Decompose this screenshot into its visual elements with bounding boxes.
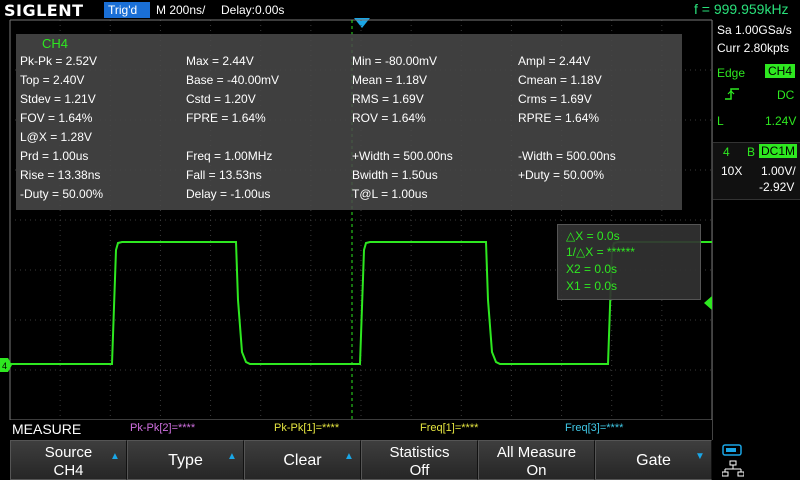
measurement-value: Prd = 1.00us xyxy=(20,149,89,163)
measurement-value: Stdev = 1.21V xyxy=(20,92,96,106)
usb-storage-icon xyxy=(722,444,742,456)
measurement-value: RPRE = 1.64% xyxy=(518,111,600,125)
softkey-2[interactable]: Type ▲ xyxy=(127,440,244,480)
measurement-value: Max = 2.44V xyxy=(186,54,254,68)
cursor-inverse-delta-x: 1/△X = ****** xyxy=(566,245,635,259)
arrow-down-icon: ▼ xyxy=(695,451,705,462)
measurement-value: ROV = 1.64% xyxy=(352,111,426,125)
softkey-value: Off xyxy=(409,462,430,479)
menu-title: MEASURE xyxy=(12,421,82,437)
measurement-value: FOV = 1.64% xyxy=(20,111,93,125)
arrow-up-icon: ▲ xyxy=(110,451,120,462)
measurement-value: Base = -40.00mV xyxy=(186,73,280,87)
trigger-source-badge: CH4 xyxy=(765,64,796,78)
trigger-settings-box[interactable]: Edge CH4 DC L 1.24V xyxy=(713,58,800,154)
measurement-value: Rise = 13.38ns xyxy=(20,168,101,182)
cursor-x1: X1 = 0.0s xyxy=(566,279,618,293)
softkey-6[interactable]: Gate ▼ xyxy=(595,440,712,480)
measurement-value: Mean = 1.18V xyxy=(352,73,428,87)
rising-edge-icon xyxy=(725,88,739,100)
channel-offset: -2.92V xyxy=(759,180,795,194)
measurement-channel-title: CH4 xyxy=(42,36,69,51)
network-icon xyxy=(722,460,744,477)
channel-offset-marker-label: 4 xyxy=(2,361,7,371)
volts-per-div: 1.00V/ xyxy=(761,164,796,178)
channel-coupling-badge: DC1M xyxy=(759,144,798,158)
trigger-type: Edge xyxy=(717,66,746,80)
channel-number: 4 xyxy=(723,145,730,159)
softkey-label: Gate xyxy=(636,452,671,469)
measurement-value: Top = 2.40V xyxy=(20,73,85,87)
measurement-value: Min = -80.00mV xyxy=(352,54,438,68)
cursor-delta-x: △X = 0.0s xyxy=(566,229,620,243)
measurement-value: RMS = 1.69V xyxy=(352,92,424,106)
readout-freq-ch1: Freq[1]=**** xyxy=(420,422,479,434)
measurement-value: Cstd = 1.20V xyxy=(186,92,256,106)
trigger-level-value: 1.24V xyxy=(765,114,797,128)
readout-pkpk-ch1: Pk-Pk[1]=**** xyxy=(274,422,340,434)
measurement-panel: CH4 Pk-Pk = 2.52V Max = 2.44V Min = -80.00… xyxy=(16,34,682,210)
softkey-label: Source xyxy=(44,444,93,461)
softkey-bar: Source CH4 ▲ Type ▲ Clear ▲ Statistics Off All Me… xyxy=(10,440,712,480)
cursor-x2: X2 = 0.0s xyxy=(566,262,618,276)
sample-rate: Sa 1.00GSa/s xyxy=(717,23,792,37)
softkey-4[interactable]: Statistics Off xyxy=(361,440,478,480)
measurement-value: Crms = 1.69V xyxy=(518,92,592,106)
memory-depth: Curr 2.80kpts xyxy=(717,41,790,55)
measurement-value: Bwidth = 1.50us xyxy=(352,168,438,182)
softkey-label: Type xyxy=(168,452,203,469)
readout-freq-ch3: Freq[3]=**** xyxy=(565,422,624,434)
cursor-readout-panel: △X = 0.0s 1/△X = ****** X2 = 0.0s X1 = 0… xyxy=(557,224,701,300)
measurement-value: Delay = -1.00us xyxy=(186,187,271,201)
measurement-value: -Width = 500.00ns xyxy=(518,149,616,163)
softkey-value: On xyxy=(526,462,547,479)
measurement-value: Cmean = 1.18V xyxy=(518,73,602,87)
system-status-area xyxy=(712,440,800,480)
softkey-5[interactable]: All Measure On xyxy=(478,440,595,480)
measurement-value: +Duty = 50.00% xyxy=(518,168,605,182)
measurement-value: FPRE = 1.64% xyxy=(186,111,266,125)
measurement-value: T@L = 1.00us xyxy=(352,187,428,201)
measurement-value: L@X = 1.28V xyxy=(20,130,92,144)
softkey-label: Statistics xyxy=(389,444,450,461)
right-info-panel: Sa 1.00GSa/s Curr 2.80kpts Edge CH4 DC L… xyxy=(712,20,800,440)
measurement-value: Fall = 13.53ns xyxy=(186,168,262,182)
trigger-coupling: DC xyxy=(777,88,795,102)
probe-attenuation: 10X xyxy=(721,164,743,178)
softkey-label: Clear xyxy=(283,452,322,469)
softkey-1[interactable]: Source CH4 ▲ xyxy=(10,440,127,480)
arrow-up-icon: ▲ xyxy=(344,451,354,462)
trigger-level-label: L xyxy=(717,114,724,128)
measurement-value: Freq = 1.00MHz xyxy=(186,149,273,163)
softkey-3[interactable]: Clear ▲ xyxy=(244,440,361,480)
measurement-value: -Duty = 50.00% xyxy=(20,187,104,201)
bandwidth-limit-flag: B xyxy=(747,145,756,159)
arrow-up-icon: ▲ xyxy=(227,451,237,462)
trigger-level-marker-icon[interactable] xyxy=(704,296,712,310)
measurement-value: Ampl = 2.44V xyxy=(518,54,591,68)
channel4-settings-box[interactable]: 4 B DC1M 10X 1.00V/ -2.92V xyxy=(713,142,800,200)
measurement-value: Pk-Pk = 2.52V xyxy=(20,54,98,68)
readout-pkpk-ch2: Pk-Pk[2]=**** xyxy=(130,422,196,434)
measurement-value: +Width = 500.00ns xyxy=(352,149,453,163)
softkey-label: All Measure xyxy=(496,444,577,461)
softkey-value: CH4 xyxy=(53,462,84,479)
